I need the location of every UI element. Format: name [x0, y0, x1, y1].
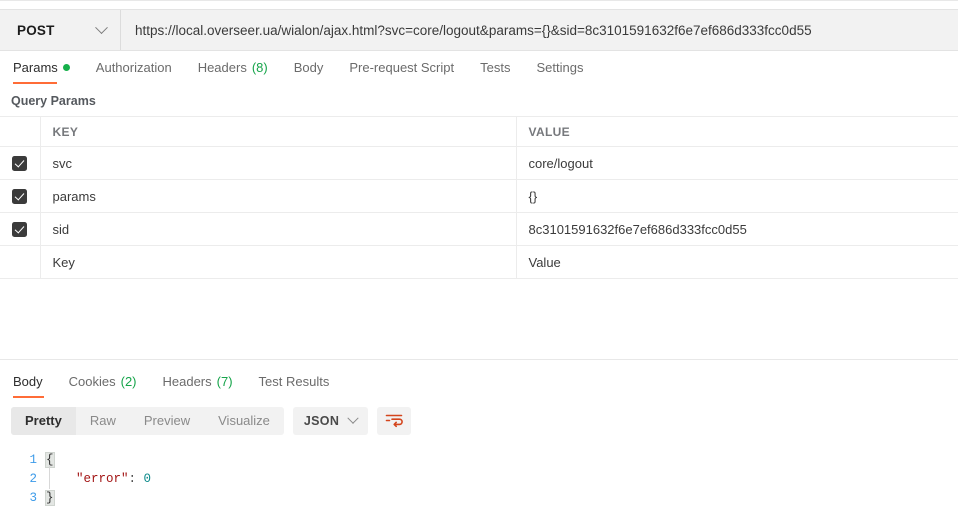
- response-tab-test-results[interactable]: Test Results: [246, 366, 343, 398]
- row-checkbox-cell: [0, 180, 40, 213]
- row-enabled-checkbox[interactable]: [12, 222, 27, 237]
- checkbox-wrap: [0, 189, 40, 204]
- request-tab-label: Tests: [480, 60, 510, 75]
- request-url-text: https://local.overseer.ua/wialon/ajax.ht…: [135, 23, 812, 38]
- request-tab-label: Settings: [536, 60, 583, 75]
- top-spacer: [0, 1, 958, 9]
- request-url-bar: POST https://local.overseer.ua/wialon/aj…: [0, 9, 958, 51]
- chevron-down-icon: [348, 412, 359, 423]
- request-tab-label: Authorization: [96, 60, 172, 75]
- request-tab-label: Params: [13, 60, 58, 75]
- response-toolbar: PrettyRawPreviewVisualize JSON: [0, 398, 958, 443]
- request-tab-settings[interactable]: Settings: [523, 51, 596, 84]
- code-token: :: [129, 472, 144, 486]
- table-row: params{}: [0, 180, 958, 213]
- row-enabled-checkbox[interactable]: [12, 156, 27, 171]
- wrap-lines-button[interactable]: [377, 407, 411, 435]
- code-token: }: [46, 491, 54, 505]
- column-header-value: VALUE: [516, 117, 958, 147]
- view-mode-pretty[interactable]: Pretty: [11, 407, 76, 435]
- checkbox-wrap: [0, 156, 40, 171]
- request-url-input[interactable]: https://local.overseer.ua/wialon/ajax.ht…: [121, 10, 958, 50]
- response-tab-count: (2): [121, 374, 137, 389]
- line-number: 2: [0, 470, 37, 489]
- view-mode-visualize[interactable]: Visualize: [204, 407, 284, 435]
- request-tab-body[interactable]: Body: [281, 51, 337, 84]
- response-tab-label: Body: [13, 374, 43, 389]
- code-token: {: [46, 453, 54, 467]
- query-params-table: KEY VALUE svccore/logoutparams{}sid8c310…: [0, 116, 958, 279]
- query-params-body: svccore/logoutparams{}sid8c3101591632f6e…: [0, 147, 958, 279]
- checkbox-wrap: [0, 222, 40, 237]
- query-params-head: KEY VALUE: [0, 117, 958, 147]
- indent-guide: [49, 466, 50, 489]
- request-tab-tests[interactable]: Tests: [467, 51, 523, 84]
- query-params-title: Query Params: [0, 84, 958, 116]
- http-method-select[interactable]: POST: [0, 10, 121, 50]
- param-key-cell[interactable]: sid: [40, 213, 516, 246]
- wrap-lines-icon: [385, 413, 403, 428]
- param-key-cell[interactable]: svc: [40, 147, 516, 180]
- column-header-key: KEY: [40, 117, 516, 147]
- request-tab-label: Headers: [198, 60, 247, 75]
- code-line: "error": 0: [46, 470, 958, 489]
- postman-request-pane: POST https://local.overseer.ua/wialon/aj…: [0, 0, 958, 530]
- view-mode-raw[interactable]: Raw: [76, 407, 130, 435]
- response-tab-count: (7): [217, 374, 233, 389]
- response-tab-headers[interactable]: Headers (7): [150, 366, 246, 398]
- row-checkbox-cell: [0, 147, 40, 180]
- code-line: {: [46, 451, 958, 470]
- line-number: 3: [0, 489, 37, 508]
- line-number-gutter: 123: [0, 451, 46, 530]
- response-tab-label: Headers: [163, 374, 212, 389]
- new-param-key-input[interactable]: Key: [40, 246, 516, 279]
- line-number: 1: [0, 451, 37, 470]
- row-checkbox-cell-empty: [0, 246, 40, 279]
- param-value-cell[interactable]: 8c3101591632f6e7ef686d333fcc0d55: [516, 213, 958, 246]
- param-value-cell[interactable]: core/logout: [516, 147, 958, 180]
- request-tab-authorization[interactable]: Authorization: [83, 51, 185, 84]
- request-tab-headers[interactable]: Headers (8): [185, 51, 281, 84]
- table-header-row: KEY VALUE: [0, 117, 958, 147]
- table-row-new: KeyValue: [0, 246, 958, 279]
- param-key-cell[interactable]: params: [40, 180, 516, 213]
- code-token: "error": [76, 472, 129, 486]
- request-tab-label: Body: [294, 60, 324, 75]
- response-format-label: JSON: [304, 414, 339, 428]
- table-row: svccore/logout: [0, 147, 958, 180]
- response-tab-label: Test Results: [259, 374, 330, 389]
- response-body-editor[interactable]: 123 { "error": 0}: [0, 443, 958, 530]
- param-value-cell[interactable]: {}: [516, 180, 958, 213]
- response-tab-cookies[interactable]: Cookies (2): [56, 366, 150, 398]
- code-token: [46, 472, 76, 486]
- code-line: }: [46, 489, 958, 508]
- code-token: 0: [144, 472, 152, 486]
- modified-dot-icon: [63, 64, 70, 71]
- request-tab-count: (8): [252, 60, 268, 75]
- request-tab-pre-request-script[interactable]: Pre-request Script: [336, 51, 467, 84]
- select-all-cell: [0, 117, 40, 147]
- request-tab-bar: Params Authorization Headers (8) Body Pre-req…: [0, 51, 958, 84]
- response-format-select[interactable]: JSON: [293, 407, 368, 435]
- chevron-down-icon: [95, 21, 108, 34]
- row-enabled-checkbox[interactable]: [12, 189, 27, 204]
- new-param-value-input[interactable]: Value: [516, 246, 958, 279]
- response-view-mode-group: PrettyRawPreviewVisualize: [11, 407, 284, 435]
- request-tab-label: Pre-request Script: [349, 60, 454, 75]
- table-row: sid8c3101591632f6e7ef686d333fcc0d55: [0, 213, 958, 246]
- view-mode-preview[interactable]: Preview: [130, 407, 204, 435]
- response-tab-label: Cookies: [69, 374, 116, 389]
- response-body-code[interactable]: { "error": 0}: [46, 451, 958, 530]
- request-tab-params[interactable]: Params: [11, 51, 83, 84]
- response-tab-bar: Body Cookies (2) Headers (7) Test Results: [0, 366, 958, 398]
- request-blank-area: [0, 279, 958, 360]
- row-checkbox-cell: [0, 213, 40, 246]
- response-tab-body[interactable]: Body: [11, 366, 56, 398]
- http-method-label: POST: [17, 23, 55, 38]
